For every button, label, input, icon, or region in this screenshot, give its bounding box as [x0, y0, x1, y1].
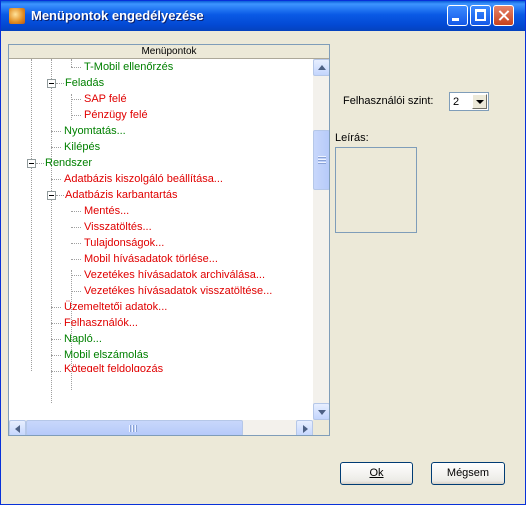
- tree-line: [51, 131, 61, 132]
- maximize-button[interactable]: [470, 5, 491, 26]
- tree-item[interactable]: Napló...: [64, 331, 102, 347]
- grip-icon: [132, 425, 134, 432]
- cancel-button[interactable]: Mégsem: [431, 462, 505, 485]
- tree-item[interactable]: Nyomtatás...: [64, 123, 126, 139]
- tree-line: [71, 243, 81, 244]
- arrow-left-icon: [15, 425, 20, 433]
- scroll-up-button[interactable]: [313, 59, 329, 76]
- user-level-label: Felhasználói szint:: [343, 95, 434, 107]
- arrow-right-icon: [303, 425, 308, 433]
- tree-item[interactable]: Kötegelt feldolgozás: [64, 363, 163, 372]
- tree-line: [51, 307, 61, 308]
- tree-line: [71, 227, 81, 228]
- tree-column-header[interactable]: Menüpontok: [9, 45, 329, 59]
- tree-item[interactable]: Felhasználók...: [64, 315, 138, 331]
- user-level-select[interactable]: 2: [449, 92, 489, 111]
- title-bar[interactable]: Menüpontok engedélyezése: [1, 1, 525, 31]
- dropdown-arrow-icon[interactable]: [472, 94, 487, 109]
- tree-item[interactable]: Pénzügy felé: [84, 107, 148, 123]
- tree-item[interactable]: Adatbázis karbantartás: [65, 187, 178, 203]
- tree-line: [71, 59, 72, 67]
- tree-line: [56, 195, 64, 196]
- description-field[interactable]: [335, 147, 417, 233]
- tree-line: [36, 163, 44, 164]
- scroll-down-button[interactable]: [313, 403, 329, 420]
- tree-item[interactable]: Mobil hívásadatok törlése...: [84, 251, 218, 267]
- tree-body: T-Mobil ellenőrzés Feladás SAP felé Pénz…: [9, 59, 312, 420]
- user-level-value: 2: [453, 96, 460, 108]
- horizontal-scrollbar[interactable]: [9, 420, 313, 435]
- tree-item[interactable]: Üzemeltetői adatok...: [64, 299, 167, 315]
- tree-item[interactable]: T-Mobil ellenőrzés: [84, 59, 173, 75]
- tree-line: [71, 291, 81, 292]
- collapse-icon[interactable]: [47, 79, 56, 88]
- tree-line: [51, 339, 61, 340]
- tree-line: [71, 211, 81, 212]
- arrow-up-icon: [318, 65, 326, 70]
- tree-item[interactable]: Rendszer: [45, 155, 92, 171]
- tree-item[interactable]: Vezetékes hívásadatok visszatöltése...: [84, 283, 272, 299]
- tree-line: [71, 259, 81, 260]
- close-button[interactable]: [493, 5, 514, 26]
- tree-line: [71, 99, 81, 100]
- scrollbar-corner: [313, 420, 329, 435]
- tree-line: [51, 59, 52, 403]
- tree-item[interactable]: Feladás: [65, 75, 104, 91]
- grip-icon: [318, 162, 326, 164]
- tree-item[interactable]: Vezetékes hívásadatok archiválása...: [84, 267, 265, 283]
- grip-icon: [318, 159, 326, 161]
- scroll-left-button[interactable]: [9, 420, 26, 435]
- collapse-icon[interactable]: [47, 191, 56, 200]
- tree-line: [71, 275, 81, 276]
- minimize-button[interactable]: [447, 5, 468, 26]
- vertical-scrollbar[interactable]: [313, 59, 329, 420]
- tree-line: [51, 147, 61, 148]
- grip-icon: [135, 425, 137, 432]
- tree-item[interactable]: Adatbázis kiszolgáló beállítása...: [64, 171, 223, 187]
- window-title: Menüpontok engedélyezése: [31, 8, 204, 23]
- tree-item[interactable]: SAP felé: [84, 91, 127, 107]
- tree-line: [71, 67, 81, 68]
- menu-tree: Menüpontok T-Mobil ellenőrzés Feladás SA…: [8, 44, 330, 436]
- tree-line: [51, 355, 61, 356]
- tree-item[interactable]: Mentés...: [84, 203, 129, 219]
- tree-item[interactable]: Kilépés: [64, 139, 100, 155]
- vertical-scroll-thumb[interactable]: [313, 130, 329, 190]
- collapse-icon[interactable]: [27, 159, 36, 168]
- tree-line: [56, 83, 64, 84]
- horizontal-scroll-thumb[interactable]: [26, 420, 243, 435]
- tree-line: [71, 94, 72, 120]
- tree-line: [51, 371, 61, 372]
- dialog-window: Menüpontok engedélyezése Menüpontok T-Mo…: [0, 0, 526, 505]
- description-label: Leírás:: [335, 132, 369, 144]
- tree-line: [31, 59, 32, 371]
- app-icon: [9, 8, 25, 24]
- ok-button[interactable]: Ok: [340, 462, 413, 485]
- scroll-right-button[interactable]: [296, 420, 313, 435]
- tree-item[interactable]: Mobil elszámolás: [64, 347, 148, 363]
- tree-line: [51, 323, 61, 324]
- grip-icon: [129, 425, 131, 432]
- tree-item[interactable]: Tulajdonságok...: [84, 235, 164, 251]
- ok-button-label: Ok: [369, 467, 384, 479]
- arrow-down-icon: [318, 410, 326, 415]
- tree-line: [71, 115, 81, 116]
- tree-item[interactable]: Visszatöltés...: [84, 219, 152, 235]
- tree-line: [51, 179, 61, 180]
- grip-icon: [318, 156, 326, 158]
